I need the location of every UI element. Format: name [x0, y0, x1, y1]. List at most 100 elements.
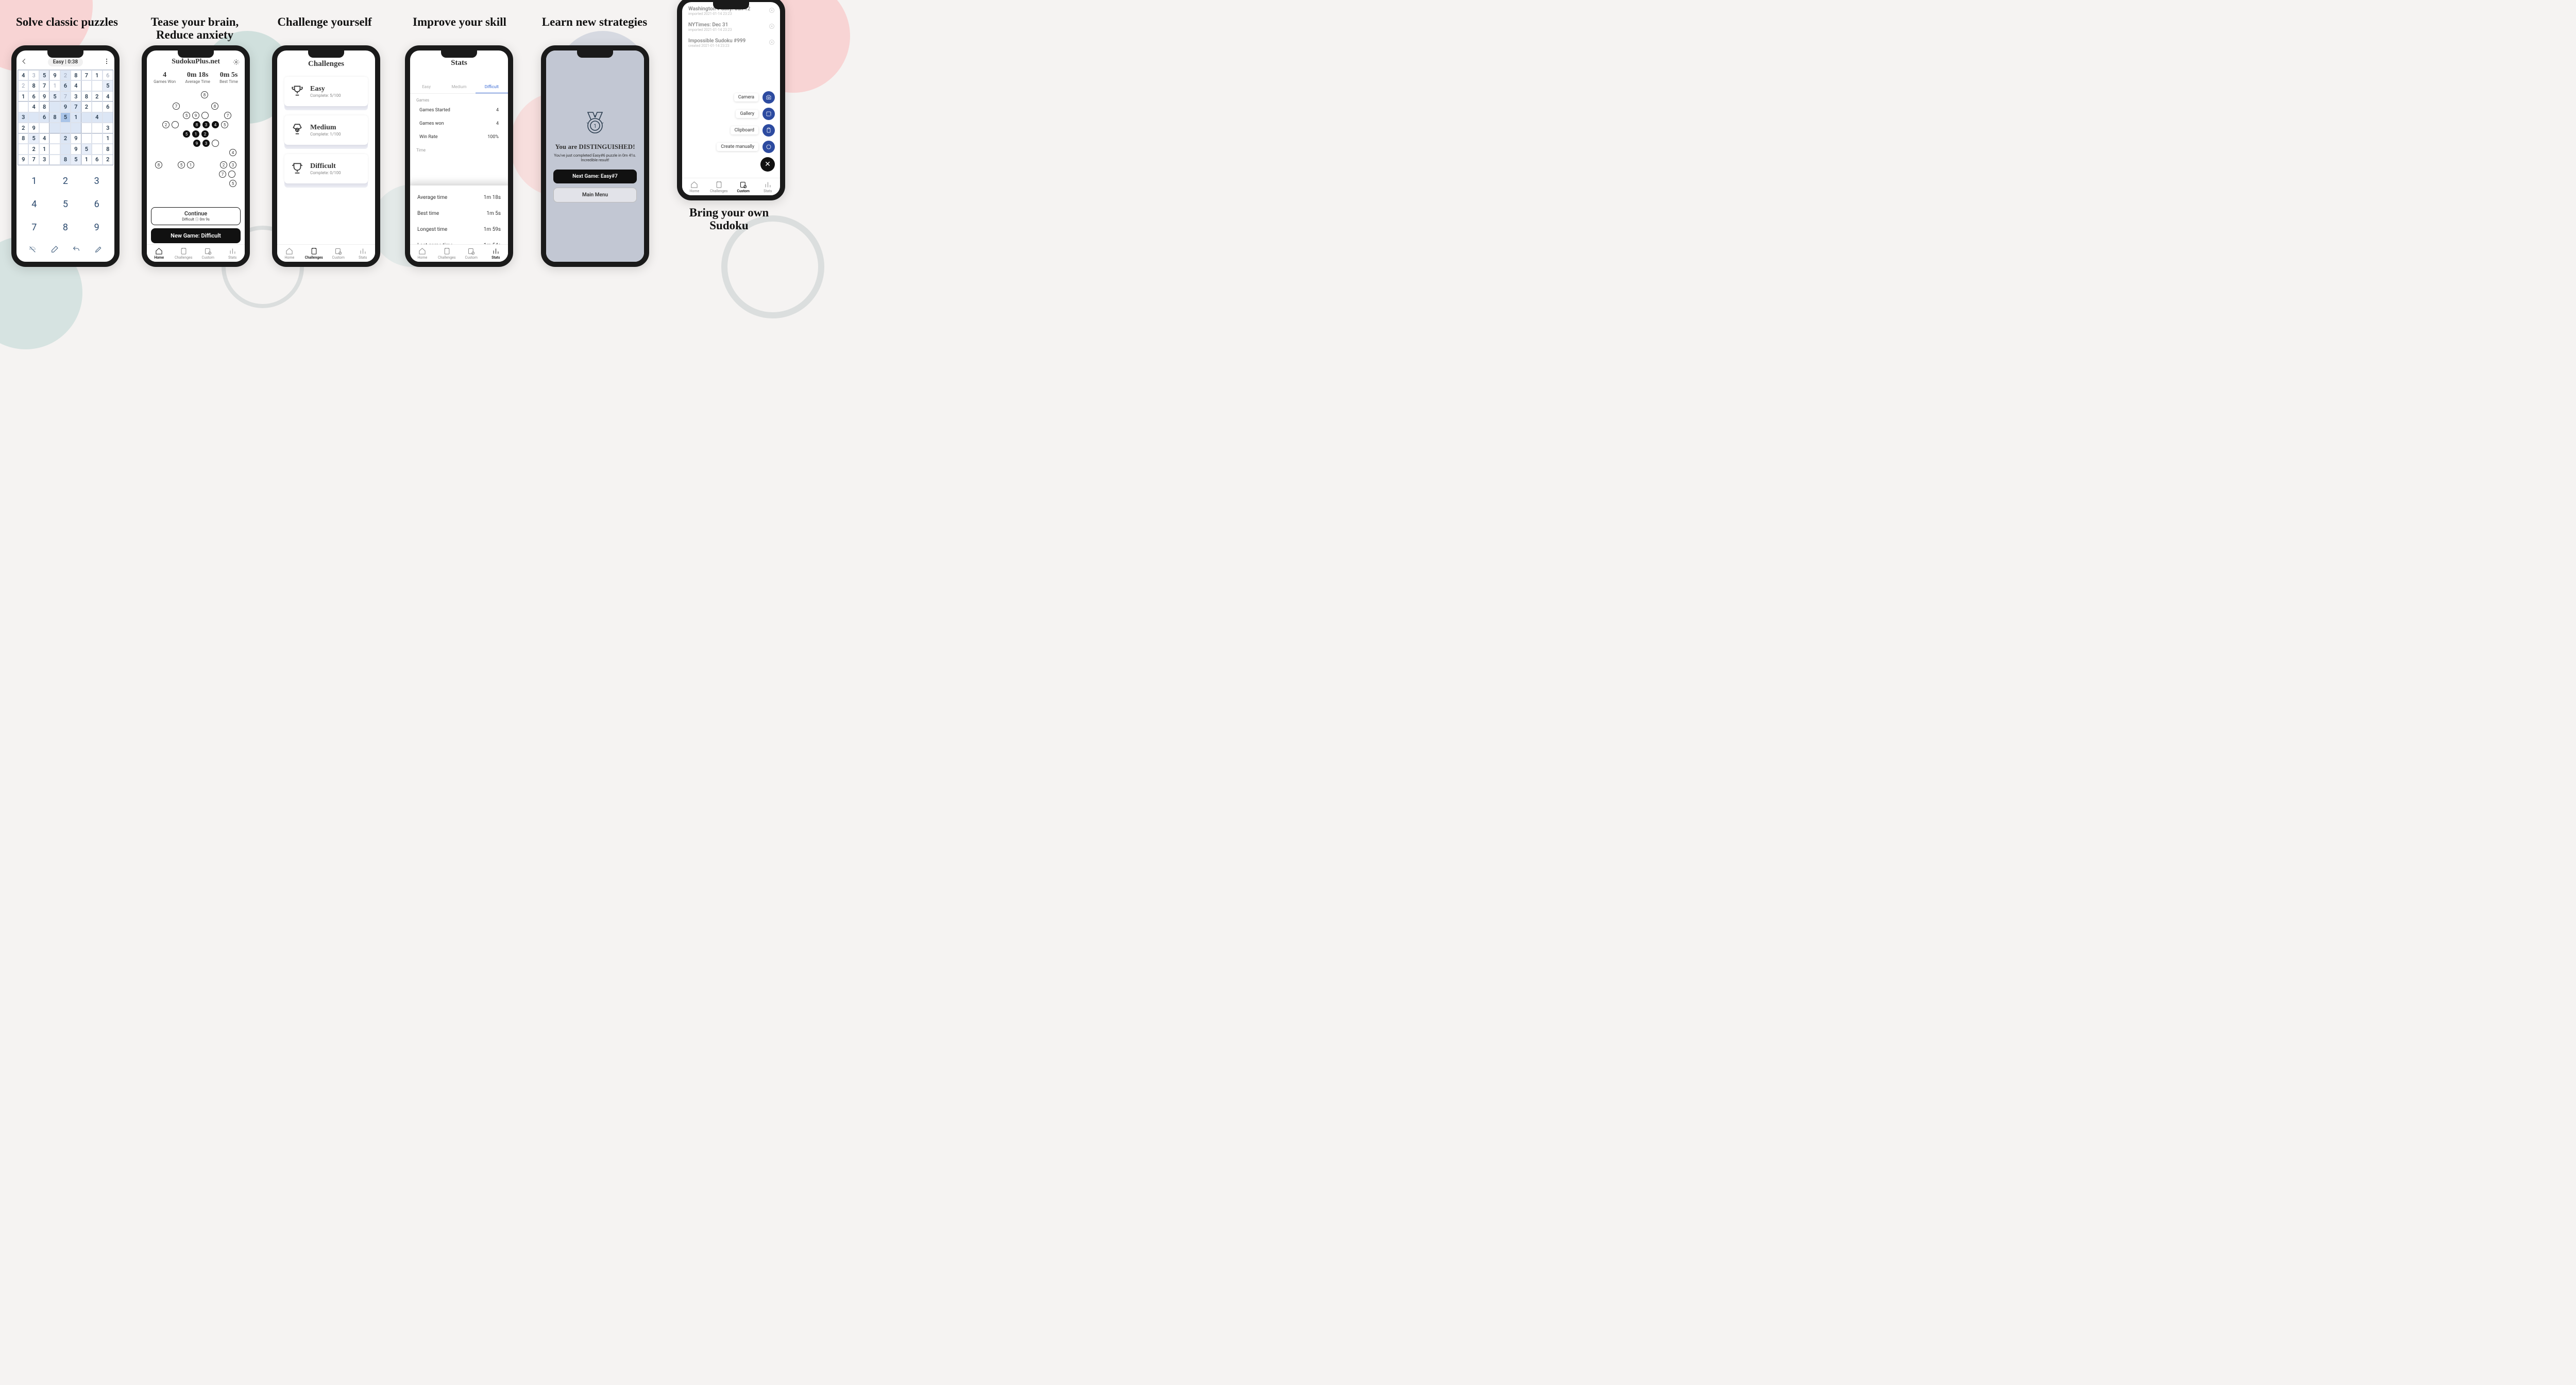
numpad-1[interactable]: 1 [29, 176, 40, 187]
grid-cell[interactable]: 1 [103, 133, 113, 144]
grid-cell[interactable]: 5 [81, 144, 92, 154]
tab-custom[interactable]: Custom [459, 247, 484, 260]
grid-cell[interactable] [18, 144, 28, 154]
grid-cell[interactable]: 9 [71, 133, 81, 144]
grid-cell[interactable]: 9 [60, 102, 71, 112]
tab-home[interactable]: Home [410, 247, 435, 260]
grid-cell[interactable] [81, 123, 92, 133]
next-game-button[interactable]: Next Game: Easy#7 [553, 170, 637, 183]
dot-cell[interactable]: 5 [221, 121, 228, 128]
grid-cell[interactable]: 8 [18, 133, 28, 144]
grid-cell[interactable]: 2 [28, 144, 39, 154]
dot-cell[interactable]: 4 [212, 121, 219, 128]
grid-cell[interactable]: 6 [103, 102, 113, 112]
grid-cell[interactable]: 3 [71, 91, 81, 102]
tab-home[interactable]: Home [147, 247, 172, 260]
dot-cell[interactable]: 2 [201, 130, 209, 138]
delete-icon[interactable] [769, 23, 775, 31]
back-icon[interactable] [21, 58, 28, 66]
grid-cell[interactable]: 7 [39, 80, 49, 91]
diff-tab-difficult[interactable]: Difficult [476, 81, 508, 93]
grid-cell[interactable]: 4 [18, 70, 28, 80]
grid-cell[interactable]: 1 [18, 91, 28, 102]
grid-cell[interactable]: 1 [49, 80, 60, 91]
more-icon[interactable] [103, 58, 110, 66]
dot-cell[interactable]: 5 [183, 112, 190, 119]
numpad-2[interactable]: 2 [60, 176, 71, 187]
fab-close[interactable]: ✕ [760, 157, 775, 172]
grid-cell[interactable]: 9 [18, 155, 28, 165]
challenge-card-medium[interactable]: MediumComplete: 1/100 [284, 115, 368, 145]
dot-cell[interactable] [212, 140, 219, 147]
grid-cell[interactable]: 2 [103, 155, 113, 165]
dot-cell[interactable]: 1 [187, 161, 194, 168]
dot-cell[interactable]: 7 [219, 171, 226, 178]
fab-camera[interactable] [762, 91, 775, 104]
grid-cell[interactable]: 5 [49, 91, 60, 102]
fab-gallery[interactable] [762, 108, 775, 120]
dot-cell[interactable]: 9 [192, 112, 199, 119]
grid-cell[interactable]: 5 [60, 112, 71, 123]
custom-item[interactable]: Impossible Sudoku #999created 2021-01-14… [682, 35, 780, 51]
grid-cell[interactable] [49, 133, 60, 144]
grid-cell[interactable]: 6 [92, 155, 102, 165]
dot-cell[interactable] [172, 121, 179, 128]
dot-cell[interactable]: 7 [224, 112, 231, 119]
grid-cell[interactable]: 8 [103, 144, 113, 154]
grid-cell[interactable] [81, 133, 92, 144]
main-menu-button[interactable]: Main Menu [553, 188, 637, 202]
grid-cell[interactable]: 5 [103, 80, 113, 91]
dot-cell[interactable]: 5 [229, 180, 236, 187]
grid-cell[interactable]: 4 [103, 91, 113, 102]
grid-cell[interactable]: 6 [28, 91, 39, 102]
dot-cell[interactable]: 5 [183, 130, 190, 138]
grid-cell[interactable] [103, 112, 113, 123]
tab-custom[interactable]: Custom [731, 181, 756, 193]
grid-cell[interactable]: 1 [92, 70, 102, 80]
grid-cell[interactable]: 8 [71, 70, 81, 80]
grid-cell[interactable] [39, 123, 49, 133]
grid-cell[interactable] [49, 144, 60, 154]
grid-cell[interactable]: 4 [39, 133, 49, 144]
grid-cell[interactable]: 1 [39, 144, 49, 154]
sudoku-grid[interactable]: 4359287162871645169573824489726368514293… [18, 70, 113, 165]
grid-cell[interactable]: 2 [18, 123, 28, 133]
grid-cell[interactable]: 1 [81, 155, 92, 165]
hint-icon[interactable] [28, 245, 37, 255]
grid-cell[interactable]: 4 [28, 102, 39, 112]
grid-cell[interactable]: 9 [39, 91, 49, 102]
grid-cell[interactable] [92, 102, 102, 112]
grid-cell[interactable]: 8 [60, 155, 71, 165]
grid-cell[interactable]: 7 [60, 91, 71, 102]
tab-stats[interactable]: Stats [221, 247, 245, 260]
grid-cell[interactable]: 2 [60, 133, 71, 144]
grid-cell[interactable] [18, 102, 28, 112]
dot-cell[interactable]: 8 [193, 121, 200, 128]
tab-custom[interactable]: Custom [196, 247, 221, 260]
grid-cell[interactable]: 8 [49, 112, 60, 123]
fab-clipboard[interactable] [762, 124, 775, 137]
numpad-3[interactable]: 3 [91, 176, 102, 187]
grid-cell[interactable] [28, 112, 39, 123]
tab-challenges[interactable]: Challenges [435, 247, 460, 260]
grid-cell[interactable]: 8 [28, 80, 39, 91]
grid-cell[interactable]: 1 [71, 112, 81, 123]
tab-stats[interactable]: Stats [484, 247, 509, 260]
diff-tab-medium[interactable]: Medium [443, 81, 475, 93]
grid-cell[interactable]: 3 [39, 155, 49, 165]
grid-cell[interactable]: 6 [39, 112, 49, 123]
dot-board[interactable]: 878597283455129348512375 [152, 91, 240, 189]
grid-cell[interactable]: 2 [60, 70, 71, 80]
dot-cell[interactable]: 3 [202, 121, 210, 128]
grid-cell[interactable]: 9 [49, 70, 60, 80]
grid-cell[interactable] [49, 102, 60, 112]
dot-cell[interactable] [201, 112, 209, 119]
grid-cell[interactable] [49, 155, 60, 165]
grid-cell[interactable] [92, 80, 102, 91]
dot-cell[interactable]: 3 [229, 161, 236, 168]
dot-cell[interactable]: 8 [201, 91, 208, 98]
new-game-button[interactable]: New Game: Difficult [151, 228, 241, 243]
grid-cell[interactable]: 9 [71, 144, 81, 154]
tab-custom[interactable]: Custom [326, 247, 351, 260]
dot-cell[interactable]: 8 [155, 161, 162, 168]
